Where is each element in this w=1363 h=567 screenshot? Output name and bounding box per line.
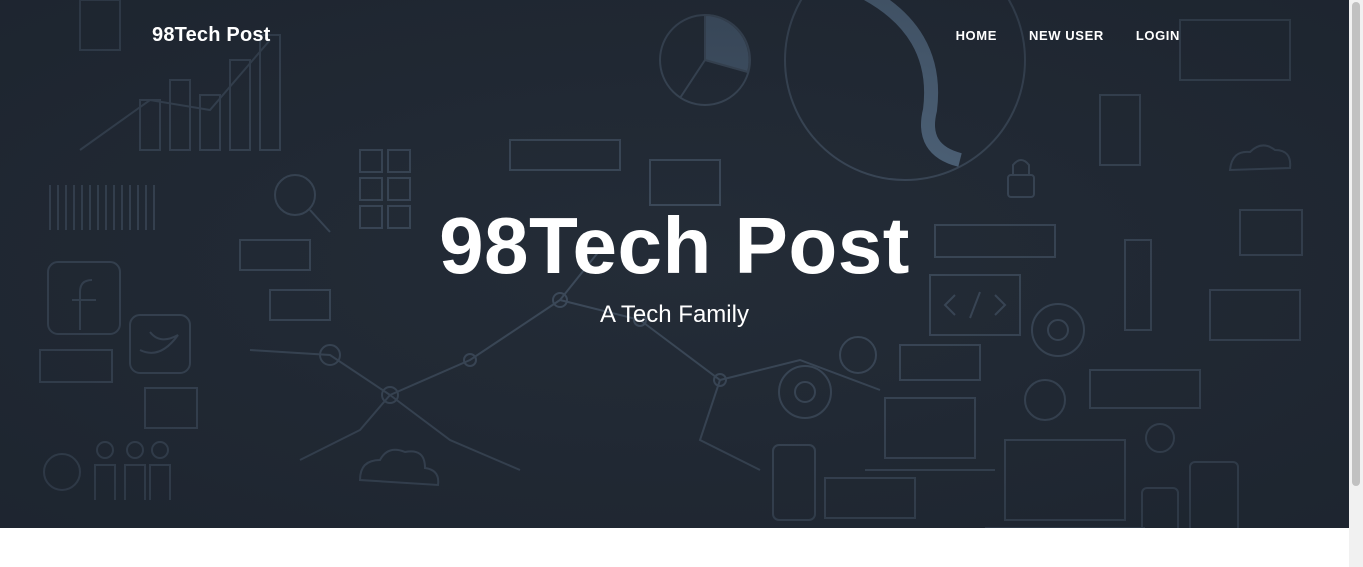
- site-subtitle: A Tech Family: [600, 301, 749, 328]
- nav-login-link[interactable]: LOGIN: [1136, 28, 1180, 43]
- nav-new-user-link[interactable]: NEW USER: [1029, 28, 1104, 43]
- brand-logo-link[interactable]: 98Tech Post: [152, 24, 271, 47]
- page-content: [0, 528, 1349, 567]
- scrollbar-thumb[interactable]: [1352, 2, 1360, 486]
- vertical-scrollbar[interactable]: [1349, 0, 1363, 567]
- nav-links: HOME NEW USER LOGIN: [956, 28, 1180, 43]
- site-title: 98Tech Post: [439, 201, 910, 290]
- top-navbar: 98Tech Post HOME NEW USER LOGIN: [0, 0, 1349, 72]
- nav-home-link[interactable]: HOME: [956, 28, 997, 43]
- hero-heading: 98Tech Post A Tech Family: [0, 196, 1349, 330]
- hero-section: 98Tech Post HOME NEW USER LOGIN 98Tech P…: [0, 0, 1349, 528]
